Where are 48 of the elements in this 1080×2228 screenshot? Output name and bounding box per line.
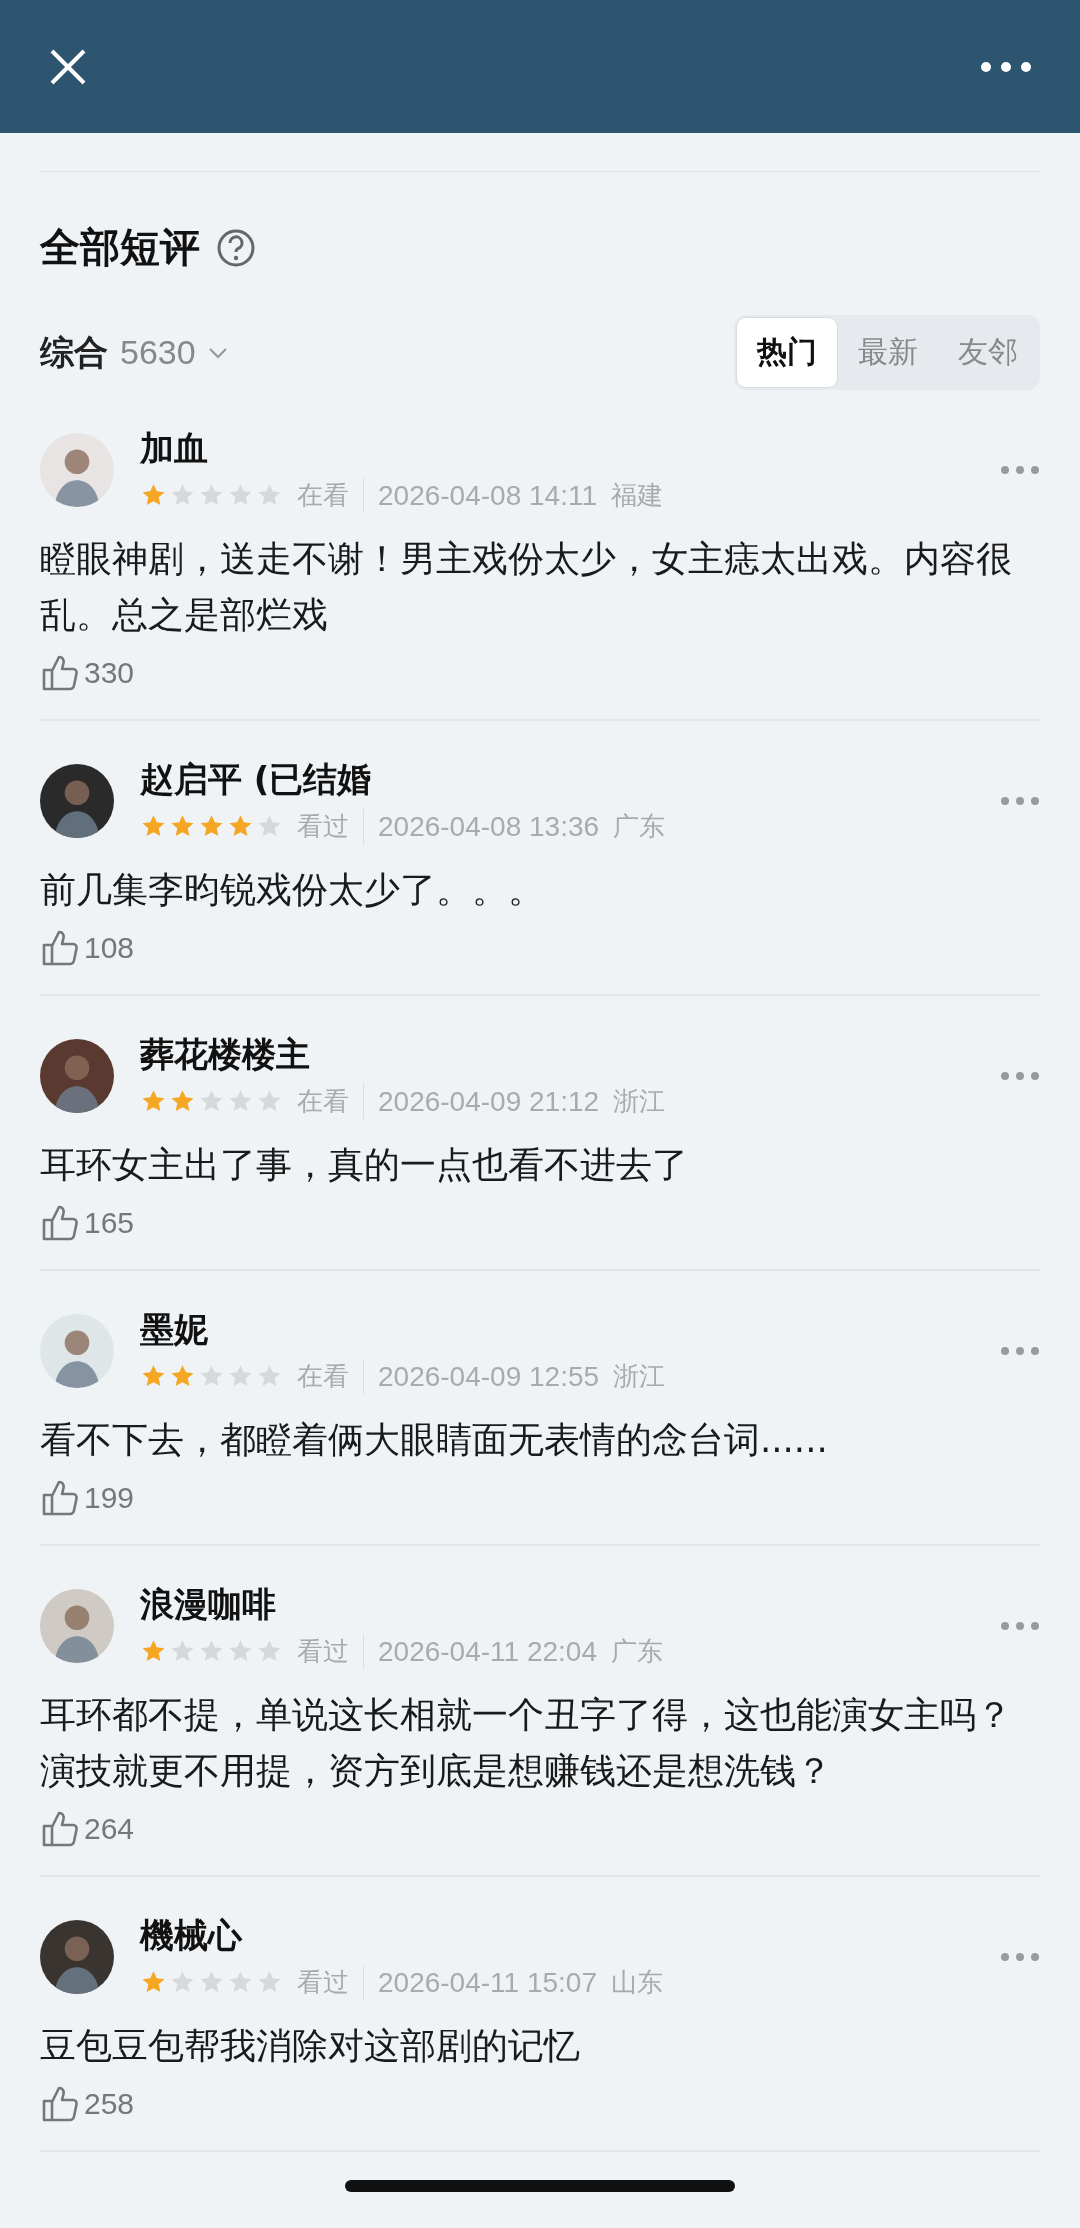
user-name[interactable]: 機械心 (140, 1913, 1000, 1959)
review-time: 2026-04-09 21:12 (378, 1085, 600, 1118)
watch-status: 在看 (297, 1084, 364, 1119)
tab[interactable]: 热门 (736, 317, 838, 388)
review-time: 2026-04-08 13:36 (378, 810, 600, 843)
review-text: 耳环女主出了事，真的一点也看不进去了 (40, 1143, 689, 1187)
watch-status: 看过 (297, 1965, 364, 2000)
review-location: 广东 (611, 1635, 663, 1668)
review-text: 豆包豆包帮我消除对这部剧的记忆 (40, 2024, 581, 2068)
review-location: 福建 (611, 479, 663, 512)
thumbs-up-icon[interactable] (40, 653, 80, 693)
review-text: 前几集李昀锐戏份太少了。。。 (40, 868, 545, 912)
more-icon[interactable] (980, 60, 1032, 73)
review-time: 2026-04-11 15:07 (378, 1966, 597, 1999)
thumbs-up-icon[interactable] (40, 1203, 80, 1243)
chevron-down-icon[interactable] (207, 346, 228, 359)
sort-dropdown[interactable]: 综合 5630 (40, 329, 228, 376)
thumbs-up-icon[interactable] (40, 2084, 80, 2124)
review-location: 山东 (611, 1966, 663, 1999)
user-name[interactable]: 葬花楼楼主 (140, 1032, 1000, 1078)
help-icon[interactable] (216, 227, 256, 268)
thumbs-up-icon[interactable] (40, 928, 80, 968)
review-text: 看不下去，都瞪着俩大眼睛面无表情的念台词...... (40, 1418, 829, 1462)
review-time: 2026-04-09 12:55 (378, 1360, 600, 1393)
review-text: 耳环都不提，单说这长相就一个丑字了得，这也能演女主吗？演技就更不用提，资方到底是想赚钱还是想洗钱？ (40, 1693, 1013, 1793)
like-count: 330 (84, 656, 135, 690)
thumbs-up-icon[interactable] (40, 1809, 80, 1849)
user-name[interactable]: 加血 (140, 426, 1000, 472)
review-location: 浙江 (613, 1360, 666, 1393)
thumbs-up-icon[interactable] (40, 1478, 80, 1518)
watch-status: 在看 (297, 1359, 364, 1394)
watch-status: 看过 (297, 809, 364, 844)
review-text: 瞪眼神剧，送走不谢！男主戏份太少，女主痣太出戏。内容很乱。总之是部烂戏 (40, 537, 1013, 637)
watch-status: 在看 (297, 478, 364, 513)
review-time: 2026-04-11 22:04 (378, 1635, 597, 1668)
review-location: 浙江 (613, 1085, 666, 1118)
like-count: 258 (84, 2087, 135, 2121)
like-count: 199 (84, 1481, 135, 1515)
like-count: 165 (84, 1206, 135, 1240)
like-count: 264 (84, 1812, 135, 1846)
section-title: 全部短评 (40, 223, 200, 272)
user-name[interactable]: 墨妮 (140, 1307, 1000, 1353)
review-location: 广东 (613, 810, 666, 843)
user-name[interactable]: 赵启平 (已结婚 (140, 757, 1000, 803)
review-time: 2026-04-08 14:11 (378, 479, 597, 512)
watch-status: 看过 (297, 1634, 364, 1669)
like-count: 108 (84, 931, 135, 965)
user-name[interactable]: 浪漫咖啡 (140, 1582, 1000, 1628)
